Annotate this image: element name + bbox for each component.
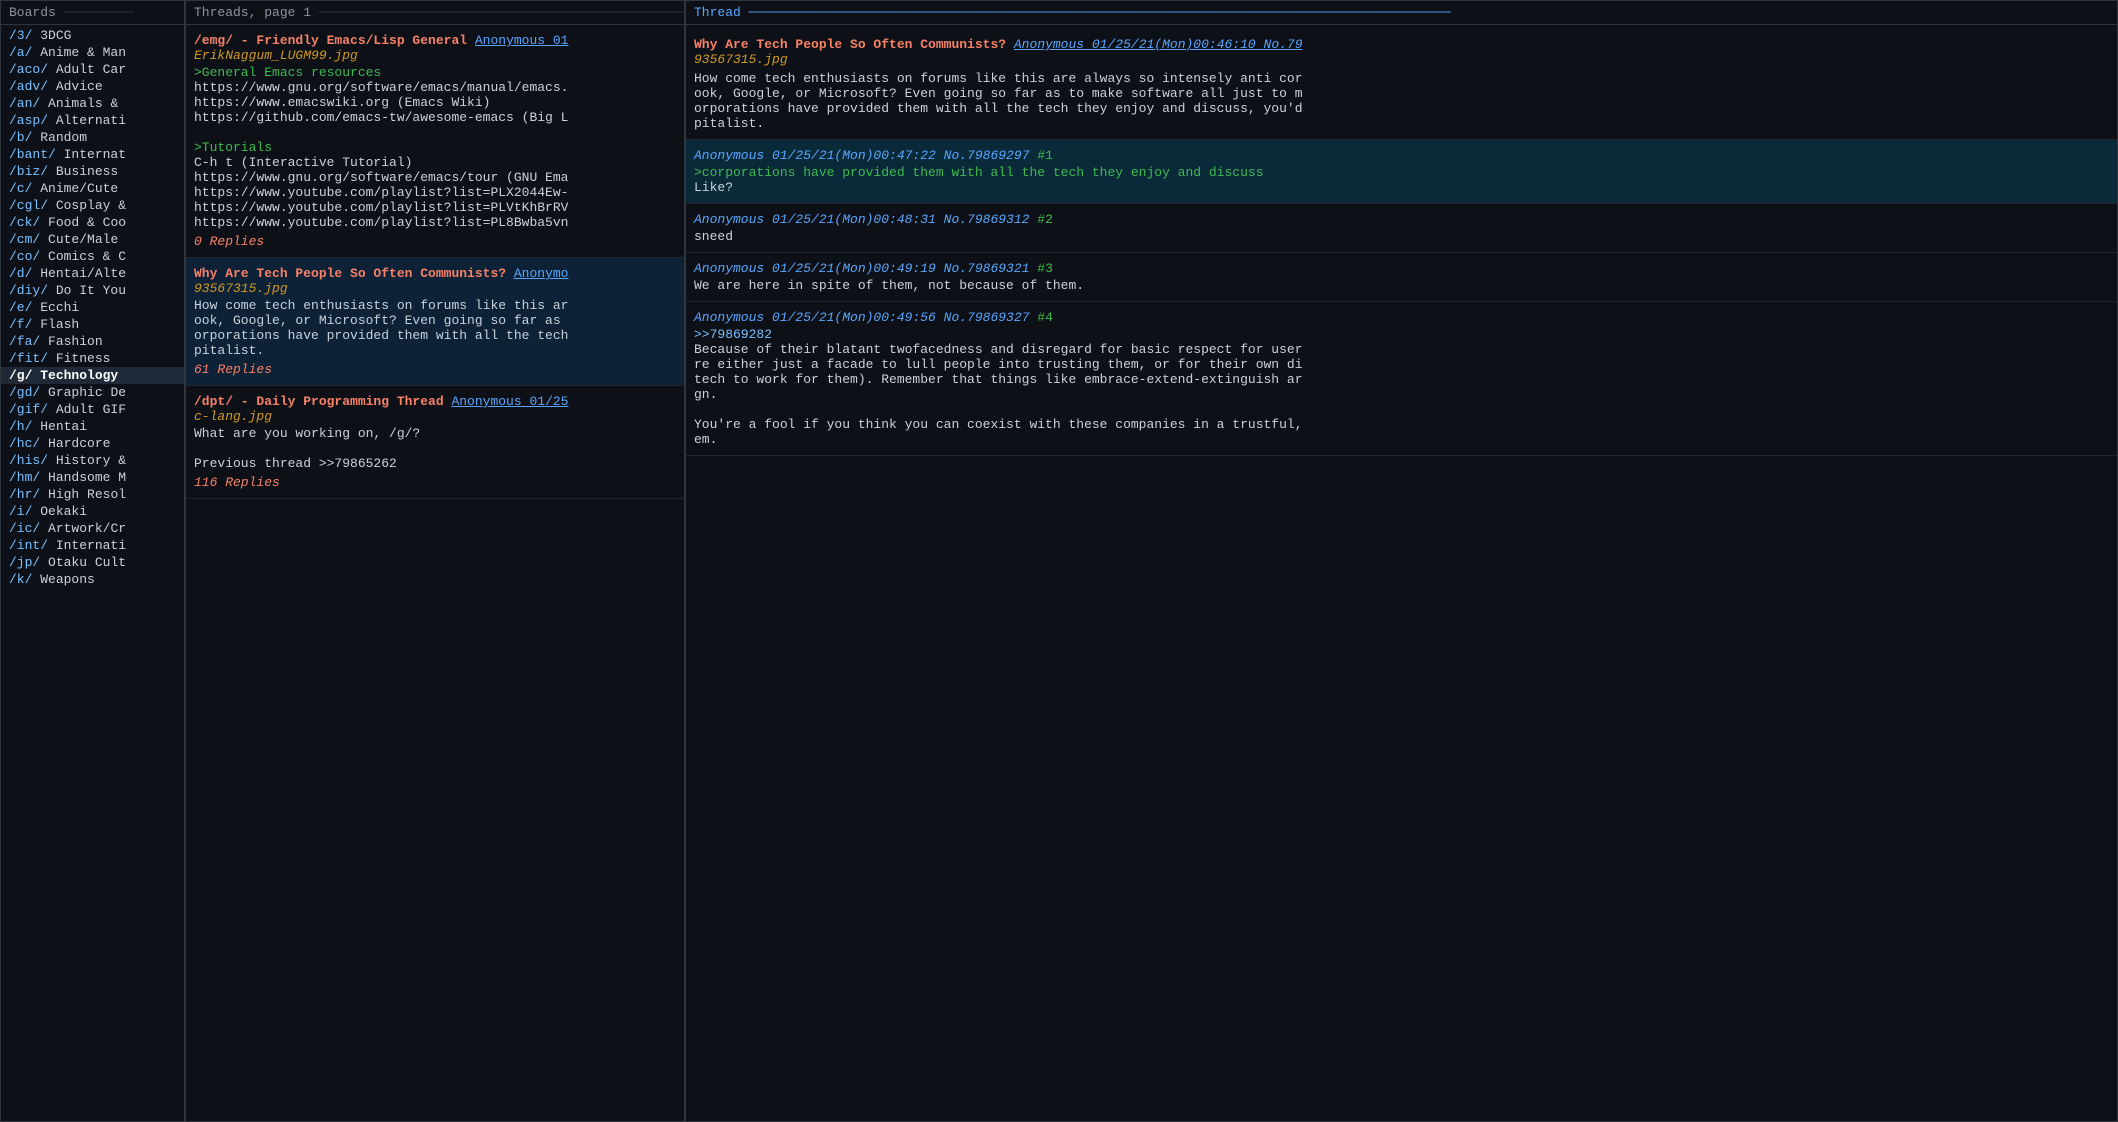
board-item-b[interactable]: /b/ Random [1,129,184,146]
threads-panel: Threads, page 1 ────────────────────────… [185,0,685,1122]
board-item-jp[interactable]: /jp/ Otaku Cult [1,554,184,571]
boards-panel-header: Boards ───────── [1,1,184,25]
board-item-cm[interactable]: /cm/ Cute/Male [1,231,184,248]
thread-entry-tech-communists[interactable]: Why Are Tech People So Often Communists?… [186,258,684,386]
board-item-adv[interactable]: /adv/ Advice [1,78,184,95]
board-item-fa[interactable]: /fa/ Fashion [1,333,184,350]
board-item-g[interactable]: /g/ Technology [1,367,184,384]
board-item-e[interactable]: /e/ Ecchi [1,299,184,316]
thread-entry-dpt[interactable]: /dpt/ - Daily Programming Thread Anonymo… [186,386,684,499]
thread-replies[interactable]: 61 Replies [194,362,676,377]
thread-panel: Thread ─────────────────────────────────… [685,0,2118,1122]
board-item-d[interactable]: /d/ Hentai/Alte [1,265,184,282]
thread-file: 93567315.jpg [194,281,676,296]
thread-file: c-lang.jpg [194,409,676,424]
reply-entry-r3: Anonymous 01/25/21(Mon)00:49:19 No.79869… [686,253,2117,302]
board-item-asp[interactable]: /asp/ Alternati [1,112,184,129]
thread-replies[interactable]: 0 Replies [194,234,676,249]
thread-file: ErikNaggum_LUGM99.jpg [194,48,676,63]
threads-panel-header: Threads, page 1 ────────────────────────… [186,1,684,25]
thread-body: >General Emacs resourceshttps://www.gnu.… [194,65,676,230]
boards-panel: Boards ───────── /3/ 3DCG/a/ Anime & Man… [0,0,185,1122]
board-item-hr[interactable]: /hr/ High Resol [1,486,184,503]
board-item-diy[interactable]: /diy/ Do It You [1,282,184,299]
board-item-cgl[interactable]: /cgl/ Cosplay & [1,197,184,214]
board-item-his[interactable]: /his/ History & [1,452,184,469]
threads-list: /emg/ - Friendly Emacs/Lisp General Anon… [186,25,684,1121]
board-item-a[interactable]: /a/ Anime & Man [1,44,184,61]
board-item-hc[interactable]: /hc/ Hardcore [1,435,184,452]
thread-title-line: /dpt/ - Daily Programming Thread Anonymo… [194,394,676,409]
thread-title-line: Why Are Tech People So Often Communists?… [194,266,676,281]
board-item-k[interactable]: /k/ Weapons [1,571,184,588]
op-title-line: Why Are Tech People So Often Communists?… [694,37,2109,52]
board-item-aco[interactable]: /aco/ Adult Car [1,61,184,78]
board-item-hm[interactable]: /hm/ Handsome M [1,469,184,486]
board-item-ck[interactable]: /ck/ Food & Coo [1,214,184,231]
board-item-bant[interactable]: /bant/ Internat [1,146,184,163]
reply-meta-line: Anonymous 01/25/21(Mon)00:49:56 No.79869… [694,310,2109,325]
boards-title: Boards [9,5,56,20]
reply-body: sneed [694,229,2109,244]
board-item-gif[interactable]: /gif/ Adult GIF [1,401,184,418]
reply-entry-r4: Anonymous 01/25/21(Mon)00:49:56 No.79869… [686,302,2117,456]
board-item-ic[interactable]: /ic/ Artwork/Cr [1,520,184,537]
board-item-3[interactable]: /3/ 3DCG [1,27,184,44]
reply-meta-line: Anonymous 01/25/21(Mon)00:48:31 No.79869… [694,212,2109,227]
board-item-c[interactable]: /c/ Anime/Cute [1,180,184,197]
reply-meta-line: Anonymous 01/25/21(Mon)00:49:19 No.79869… [694,261,2109,276]
board-item-int[interactable]: /int/ Internati [1,537,184,554]
reply-body: >corporations have provided them with al… [694,165,2109,195]
board-item-gd[interactable]: /gd/ Graphic De [1,384,184,401]
board-item-h[interactable]: /h/ Hentai [1,418,184,435]
thread-content: Why Are Tech People So Often Communists?… [686,25,2117,1121]
op-file: 93567315.jpg [694,52,2109,67]
thread-panel-header: Thread ─────────────────────────────────… [686,1,2117,25]
thread-title: Thread [694,5,741,20]
reply-entry-r1: Anonymous 01/25/21(Mon)00:47:22 No.79869… [686,140,2117,204]
thread-op: Why Are Tech People So Often Communists?… [686,29,2117,140]
reply-meta-line: Anonymous 01/25/21(Mon)00:47:22 No.79869… [694,148,2109,163]
boards-list: /3/ 3DCG/a/ Anime & Man/aco/ Adult Car/a… [1,25,184,1121]
board-item-an[interactable]: /an/ Animals & [1,95,184,112]
op-body: How come tech enthusiasts on forums like… [694,71,2109,131]
board-item-f[interactable]: /f/ Flash [1,316,184,333]
thread-body: How come tech enthusiasts on forums like… [194,298,676,358]
board-item-co[interactable]: /co/ Comics & C [1,248,184,265]
reply-body: We are here in spite of them, not becaus… [694,278,2109,293]
board-item-fit[interactable]: /fit/ Fitness [1,350,184,367]
thread-entry-emg[interactable]: /emg/ - Friendly Emacs/Lisp General Anon… [186,25,684,258]
threads-title: Threads, page 1 [194,5,311,20]
reply-entry-r2: Anonymous 01/25/21(Mon)00:48:31 No.79869… [686,204,2117,253]
board-item-i[interactable]: /i/ Oekaki [1,503,184,520]
thread-title-line: /emg/ - Friendly Emacs/Lisp General Anon… [194,33,676,48]
thread-replies[interactable]: 116 Replies [194,475,676,490]
thread-body: What are you working on, /g/?Previous th… [194,426,676,471]
board-item-biz[interactable]: /biz/ Business [1,163,184,180]
reply-body: >>79869282Because of their blatant twofa… [694,327,2109,447]
